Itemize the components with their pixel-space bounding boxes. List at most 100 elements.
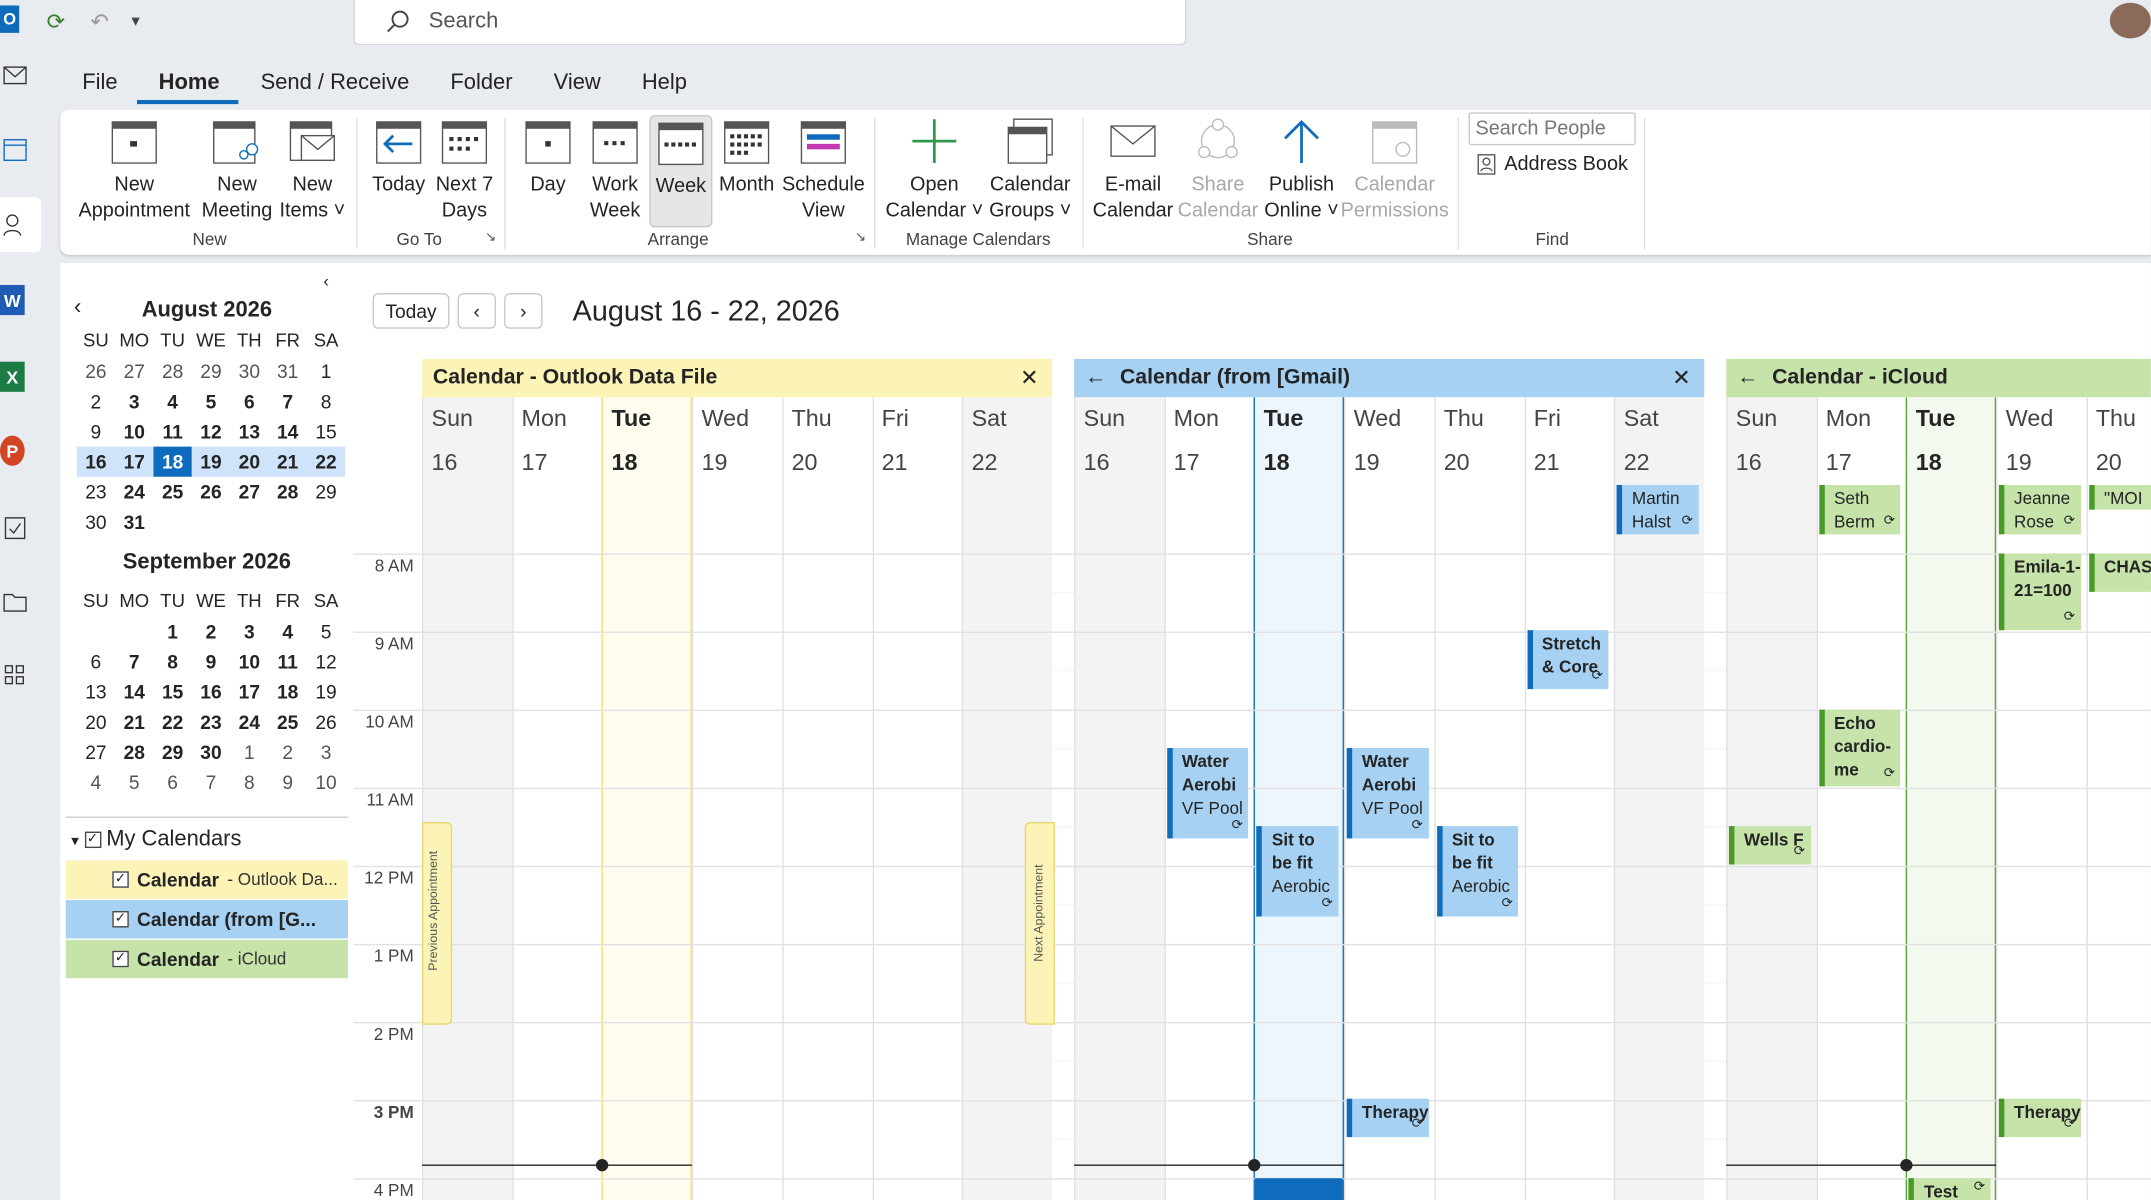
event-block[interactable] — [1255, 1178, 1343, 1200]
mini-cal-day[interactable]: 6 — [230, 386, 268, 416]
day-column[interactable]: Tue 18 — [1906, 397, 1997, 1200]
calendar-permissions-button[interactable]: Calendar Permissions — [1341, 115, 1449, 227]
collapse-pane-icon[interactable]: ‹ — [323, 271, 328, 290]
mini-cal-day[interactable]: 15 — [307, 416, 345, 446]
mini-cal-day[interactable]: 27 — [230, 477, 268, 507]
share-calendar-button[interactable]: Share Calendar — [1175, 115, 1260, 227]
day-column[interactable]: Thu 20 — [2086, 397, 2151, 1200]
mini-cal-day[interactable]: 9 — [269, 767, 307, 797]
mini-cal-day[interactable]: 31 — [115, 507, 153, 537]
word-icon[interactable]: W — [0, 284, 25, 316]
event-sit-to-be-fit[interactable]: Sit to be fit Aerobic ⟳ — [1436, 826, 1519, 917]
day-column[interactable]: Sun 16 — [421, 397, 512, 1200]
menu-folder[interactable]: Folder — [428, 66, 531, 104]
mini-cal-day[interactable]: 29 — [192, 356, 230, 386]
mini-cal-day[interactable]: 2 — [77, 386, 115, 416]
menu-view[interactable]: View — [532, 66, 620, 104]
mini-cal-day[interactable]: 16 — [76, 446, 116, 477]
menu-help[interactable]: Help — [620, 66, 706, 104]
mini-cal-day[interactable]: 21 — [115, 707, 153, 737]
mail-icon[interactable] — [0, 60, 30, 90]
mini-cal-day[interactable]: 23 — [192, 707, 230, 737]
next-appointment-button[interactable]: Next Appointment — [1024, 822, 1055, 1025]
powerpoint-icon[interactable]: P — [0, 435, 25, 466]
week-view-button[interactable]: Week — [649, 115, 713, 228]
previous-appointment-button[interactable]: Previous Appointment — [421, 822, 453, 1025]
mini-cal-day[interactable]: 19 — [191, 446, 231, 477]
avatar[interactable] — [2109, 2, 2151, 39]
mini-cal-day[interactable]: 18 — [269, 677, 307, 707]
day-column[interactable]: Tue 18 — [1254, 397, 1345, 1200]
mini-cal-day[interactable]: 18 — [153, 446, 192, 477]
mini-cal-day[interactable]: 24 — [230, 707, 268, 737]
mini-cal-day[interactable]: 26 — [192, 477, 230, 507]
mini-cal-day[interactable]: 9 — [77, 416, 115, 446]
mini-cal-day[interactable]: 10 — [115, 416, 153, 446]
mini-cal-day[interactable]: 12 — [307, 647, 345, 677]
arrange-launcher-icon[interactable]: ↘ — [855, 230, 866, 245]
search-input[interactable]: Search — [353, 0, 1187, 46]
calendar-item-icloud[interactable]: ✓ Calendar - iCloud — [65, 939, 348, 979]
event-sit-to-be-fit[interactable]: Sit to be fit Aerobic ⟳ — [1256, 826, 1339, 917]
checkbox-icon[interactable]: ✓ — [112, 950, 129, 968]
checkbox-icon[interactable]: ✓ — [112, 871, 129, 888]
day-column[interactable]: Fri 21 — [872, 397, 962, 1200]
mini-cal-day[interactable]: 17 — [115, 446, 154, 477]
mini-cal-day[interactable]: 3 — [230, 617, 268, 647]
mini-cal-day[interactable]: 10 — [307, 767, 345, 797]
mini-cal-day[interactable]: 13 — [77, 677, 115, 707]
mini-cal-day[interactable]: 6 — [77, 647, 115, 677]
menu-home[interactable]: Home — [136, 66, 239, 105]
mini-cal-day[interactable]: 30 — [230, 356, 268, 386]
mini-cal-day[interactable]: 22 — [153, 707, 191, 737]
mini-cal-day[interactable]: 7 — [269, 386, 307, 416]
day-column[interactable]: Sun 16 — [1074, 397, 1165, 1200]
checkbox-icon[interactable]: ✓ — [112, 911, 129, 928]
mini-cal-day[interactable]: 27 — [77, 737, 115, 767]
mini-cal-day[interactable]: 28 — [269, 477, 307, 507]
undo-icon[interactable]: ↶ — [90, 8, 108, 35]
day-column[interactable]: Thu 20 — [781, 397, 872, 1200]
mini-cal-day[interactable]: 30 — [192, 737, 230, 767]
new-meeting-button[interactable]: New Meeting — [197, 115, 276, 227]
customize-toolbar-icon[interactable]: ▾ — [132, 11, 140, 30]
mini-cal-day[interactable]: 28 — [153, 356, 191, 386]
folder-icon[interactable] — [0, 586, 30, 616]
work-week-button[interactable]: Work Week — [584, 115, 647, 227]
mini-cal-day[interactable]: 19 — [307, 677, 345, 707]
mini-cal-day[interactable]: 13 — [230, 416, 268, 446]
sync-icon[interactable]: ⟳ — [47, 8, 65, 35]
address-book-button[interactable]: Address Book — [1477, 153, 1628, 175]
event-water-aerobics[interactable]: Water Aerobi VF Pool ⟳ — [1166, 748, 1249, 839]
goto-launcher-icon[interactable]: ↘ — [485, 230, 496, 245]
event-therapy[interactable]: Therapy ⟳ — [1998, 1098, 2081, 1138]
mini-cal-day[interactable]: 5 — [192, 386, 230, 416]
event-martin[interactable]: Martin Halst ⟳ — [1616, 484, 1699, 535]
mini-cal-day[interactable]: 26 — [77, 356, 115, 386]
excel-icon[interactable]: X — [0, 361, 25, 392]
mini-cal-day[interactable]: 6 — [153, 767, 191, 797]
mini-cal-day[interactable]: 27 — [115, 356, 153, 386]
mini-cal-day[interactable]: 24 — [115, 477, 153, 507]
new-items-button[interactable]: New Items ˅ — [277, 115, 348, 227]
event-chase[interactable]: CHASE⟳ — [2088, 553, 2151, 592]
event-water-aerobics[interactable]: Water Aerobi VF Pool ⟳ — [1346, 748, 1429, 839]
mini-cal-day[interactable]: 8 — [230, 767, 268, 797]
open-calendar-button[interactable]: Open Calendar ˅ — [882, 115, 986, 227]
day-column[interactable]: Mon 17 — [511, 397, 602, 1200]
event-test[interactable]: Test ⟳ — [1908, 1178, 1991, 1200]
mini-cal-day[interactable]: 20 — [230, 446, 269, 477]
mini-cal-day[interactable]: 5 — [307, 617, 345, 647]
back-arrow-icon[interactable]: ← — [1085, 366, 1106, 391]
mini-cal-day[interactable]: 29 — [153, 737, 191, 767]
month-view-button[interactable]: Month — [715, 115, 778, 227]
event-emila[interactable]: Emila-1-21=100 ⟳ — [1998, 553, 2081, 631]
event-wells[interactable]: Wells F ⟳ — [1728, 826, 1811, 865]
event-seth[interactable]: Seth Berm ⟳ — [1818, 484, 1901, 535]
mini-cal-day[interactable]: 14 — [115, 677, 153, 707]
mini-cal-day[interactable]: 7 — [192, 767, 230, 797]
tasks-icon[interactable] — [0, 512, 30, 542]
mini-cal-day[interactable]: 30 — [77, 507, 115, 537]
mini-cal-day[interactable]: 17 — [230, 677, 268, 707]
publish-online-button[interactable]: Publish Online ˅ — [1260, 115, 1342, 227]
